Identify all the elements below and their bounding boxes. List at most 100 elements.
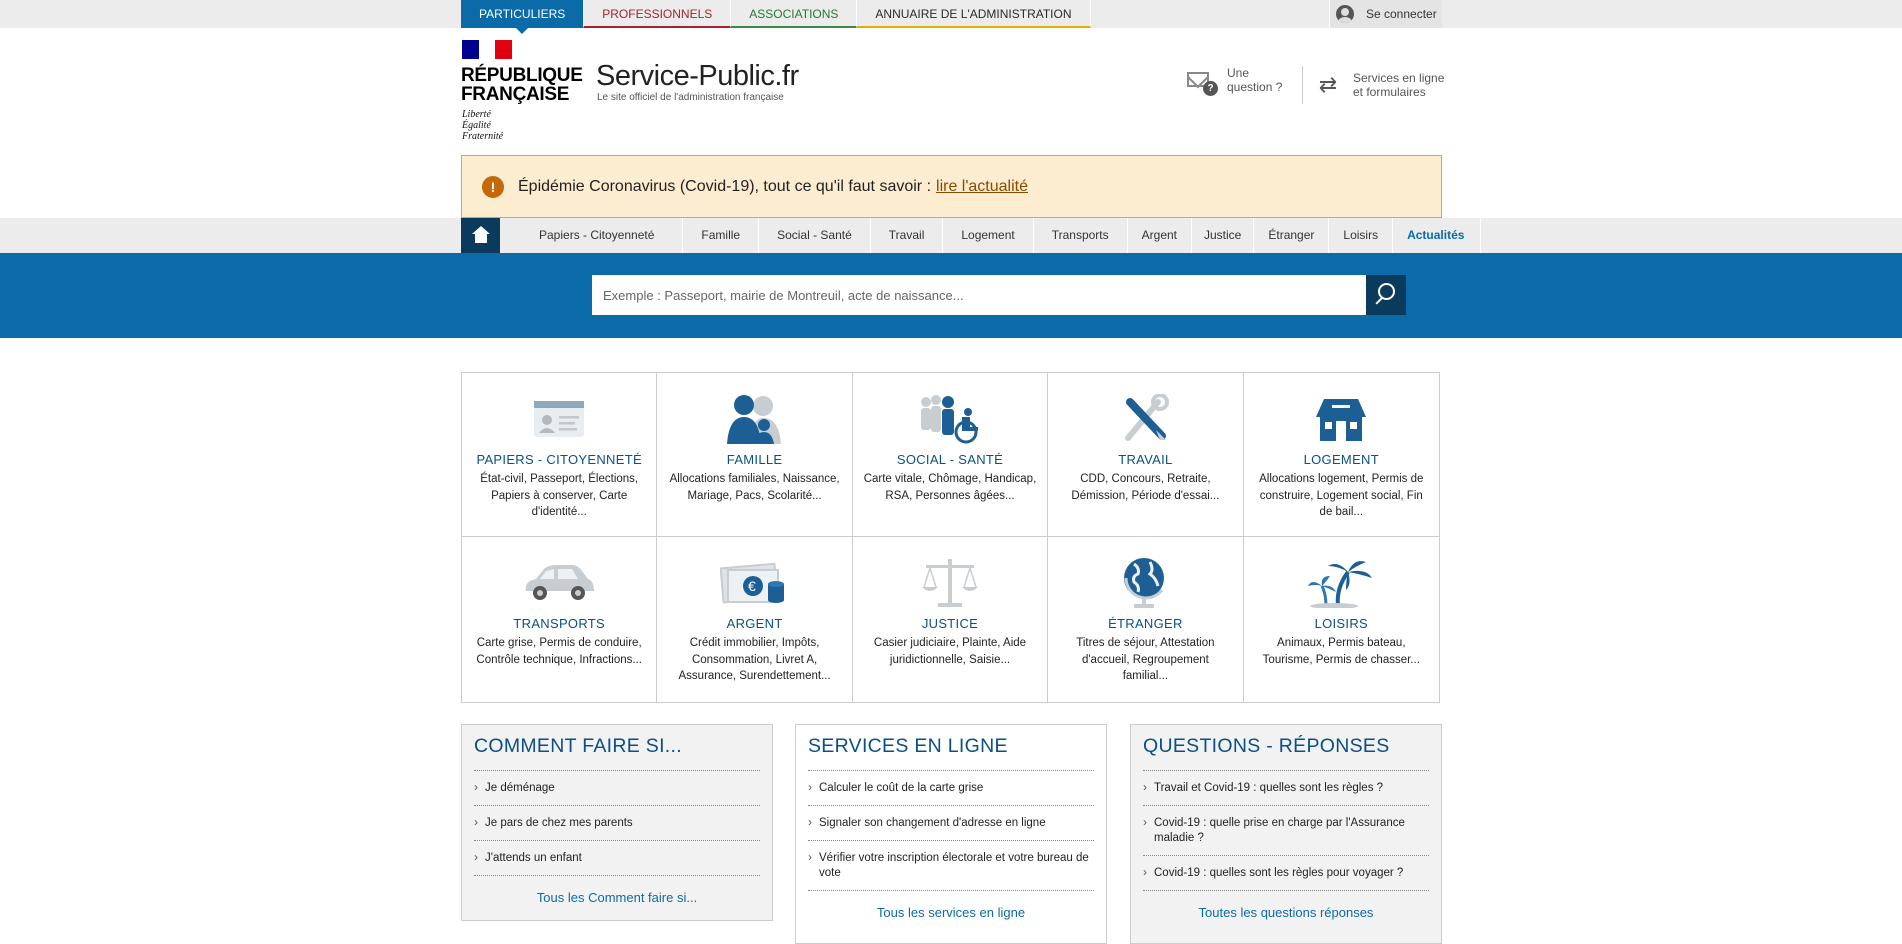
question-link[interactable]: ? Une question ? [1187, 66, 1287, 96]
money-icon: € [657, 557, 851, 609]
theme-title: ARGENT [726, 616, 783, 631]
globe-icon [1048, 557, 1242, 609]
alert-link[interactable]: lire l'actualité [936, 178, 1028, 196]
theme-title: TRANSPORTS [513, 616, 605, 631]
nav-loisirs[interactable]: Loisirs [1329, 218, 1394, 253]
nav-famille[interactable]: Famille [683, 218, 760, 253]
nav-social-sante[interactable]: Social - Santé [759, 218, 871, 253]
nav-justice[interactable]: Justice [1192, 218, 1255, 253]
theme-desc: Allocations familiales, Naissance, Maria… [669, 473, 840, 502]
theme-loisirs[interactable]: LOISIRS Animaux, Permis bateau, Tourisme… [1244, 537, 1439, 702]
theme-title: SOCIAL - SANTÉ [896, 452, 1004, 467]
list-item[interactable]: Signaler son changement d'adresse en lig… [808, 806, 1094, 841]
login-link[interactable]: Se connecter [1329, 0, 1442, 28]
theme-title: ÉTRANGER [1108, 616, 1183, 631]
box-questions-reponses: QUESTIONS - RÉPONSES Travail et Covid-19… [1130, 724, 1442, 944]
question-label: Une question ? [1227, 66, 1283, 94]
theme-social-sante[interactable]: SOCIAL - SANTÉ Carte vitale, Chômage, Ha… [852, 373, 1049, 537]
theme-famille[interactable]: FAMILLE Allocations familiales, Naissanc… [657, 373, 853, 537]
search-button[interactable] [1366, 275, 1406, 315]
theme-desc: CDD, Concours, Retraite, Démission, Péri… [1071, 473, 1220, 502]
theme-justice[interactable]: JUSTICE Casier judiciaire, Plainte, Aide… [853, 537, 1049, 702]
svg-text:€: € [748, 578, 756, 594]
id-card-icon [462, 393, 656, 445]
theme-desc: Crédit immobilier, Impôts, Consommation,… [678, 637, 831, 682]
list-item[interactable]: Covid-19 : quelles sont les règles pour … [1143, 856, 1429, 891]
theme-papiers[interactable]: PAPIERS - CITOYENNETÉ État-civil, Passep… [462, 373, 658, 537]
covid-alert: ! Épidémie Coronavirus (Covid-19), tout … [461, 155, 1442, 218]
list-item[interactable]: Calculer le coût de la carte grise [808, 771, 1094, 806]
theme-etranger[interactable]: ÉTRANGER Titres de séjour, Attestation d… [1048, 537, 1244, 702]
box-list: Je déménage Je pars de chez mes parents … [474, 771, 760, 876]
tools-icon [1048, 393, 1242, 445]
palm-tree-icon [1244, 557, 1439, 609]
login-label: Se connecter [1366, 7, 1437, 21]
box-more-link[interactable]: Tous les services en ligne [796, 891, 1106, 932]
list-item[interactable]: Je déménage [474, 771, 760, 806]
theme-travail[interactable]: TRAVAIL CDD, Concours, Retraite, Démissi… [1048, 373, 1244, 537]
site-name[interactable]: Service-Public.fr [596, 60, 799, 93]
user-icon [1336, 5, 1354, 23]
theme-desc: Carte grise, Permis de conduire, Contrôl… [476, 637, 642, 666]
scales-icon [853, 557, 1047, 609]
theme-desc: Carte vitale, Chômage, Handicap, RSA, Pe… [863, 473, 1037, 502]
flag-red [495, 40, 513, 59]
nav-logement[interactable]: Logement [943, 218, 1034, 253]
tab-particuliers[interactable]: PARTICULIERS [461, 0, 585, 34]
family-icon [657, 393, 851, 445]
nav-travail[interactable]: Travail [871, 218, 944, 253]
audience-tabs: PARTICULIERS PROFESSIONNELS ASSOCIATIONS… [461, 0, 1091, 34]
search-input[interactable] [592, 275, 1366, 315]
rf-title: RÉPUBLIQUE FRANÇAISE [461, 65, 583, 105]
nav-transports[interactable]: Transports [1034, 218, 1128, 253]
theme-desc: État-civil, Passeport, Élections, Papier… [480, 473, 639, 518]
theme-title: TRAVAIL [1118, 452, 1173, 467]
box-more-link[interactable]: Tous les Comment faire si... [462, 876, 772, 917]
nav-etranger[interactable]: Étranger [1254, 218, 1330, 253]
theme-title: FAMILLE [726, 452, 783, 467]
online-services-label: Services en ligne et formulaires [1353, 71, 1445, 99]
list-item[interactable]: Covid-19 : quelle prise en charge par l'… [1143, 806, 1429, 856]
question-mail-icon: ? [1187, 70, 1218, 96]
box-services-en-ligne: SERVICES EN LIGNE Calculer le coût de la… [795, 724, 1107, 944]
alert-text: Épidémie Coronavirus (Covid-19), tout ce… [518, 177, 932, 195]
theme-desc: Titres de séjour, Attestation d'accueil,… [1076, 637, 1215, 682]
car-icon [462, 557, 656, 609]
theme-desc: Animaux, Permis bateau, Tourisme, Permis… [1262, 637, 1420, 666]
theme-transports[interactable]: TRANSPORTS Carte grise, Permis de condui… [462, 537, 658, 702]
tab-annuaire[interactable]: ANNUAIRE DE L'ADMINISTRATION [857, 0, 1091, 28]
tab-associations[interactable]: ASSOCIATIONS [731, 0, 858, 28]
themes-grid: PAPIERS - CITOYENNETÉ État-civil, Passep… [461, 372, 1440, 703]
tab-professionnels[interactable]: PROFESSIONNELS [584, 0, 732, 28]
theme-desc: Casier judiciaire, Plainte, Aide juridic… [873, 637, 1027, 666]
list-item[interactable]: Travail et Covid-19 : quelles sont les r… [1143, 771, 1429, 806]
flag-logo [462, 40, 513, 59]
site-subtitle: Le site officiel de l'administration fra… [597, 92, 784, 103]
box-more-link[interactable]: Toutes les questions réponses [1131, 891, 1441, 932]
list-item[interactable]: Je pars de chez mes parents [474, 806, 760, 841]
theme-desc: Allocations logement, Permis de construi… [1259, 473, 1424, 518]
list-item[interactable]: J'attends un enfant [474, 841, 760, 876]
nav-argent[interactable]: Argent [1128, 218, 1192, 253]
box-title: SERVICES EN LIGNE [808, 725, 1094, 771]
house-icon [1244, 393, 1439, 445]
flag-white [478, 40, 496, 59]
main-nav: Papiers - Citoyenneté Famille Social - S… [461, 218, 1482, 253]
warning-icon: ! [482, 175, 504, 198]
box-list: Calculer le coût de la carte grise Signa… [808, 771, 1094, 891]
box-title: QUESTIONS - RÉPONSES [1143, 725, 1429, 771]
republique-francaise-logo[interactable]: RÉPUBLIQUE FRANÇAISE [461, 66, 583, 104]
flag-blue [462, 40, 479, 59]
home-button[interactable] [461, 218, 500, 253]
social-icon [853, 393, 1047, 445]
theme-argent[interactable]: € ARGENT Crédit immobilier, Impôts, Cons… [657, 537, 853, 702]
list-item[interactable]: Vérifier votre inscription électorale et… [808, 841, 1094, 891]
nav-papiers[interactable]: Papiers - Citoyenneté [500, 218, 684, 253]
exchange-arrows-icon: ⇄ [1318, 72, 1338, 97]
box-comment-faire-si: COMMENT FAIRE SI... Je déménage Je pars … [461, 724, 773, 921]
online-services-link[interactable]: ⇄ Services en ligne et formulaires [1302, 66, 1448, 104]
nav-actualites[interactable]: Actualités [1393, 218, 1482, 253]
theme-title: PAPIERS - CITOYENNETÉ [476, 452, 642, 467]
theme-logement[interactable]: LOGEMENT Allocations logement, Permis de… [1243, 373, 1439, 537]
box-title: COMMENT FAIRE SI... [474, 725, 760, 771]
